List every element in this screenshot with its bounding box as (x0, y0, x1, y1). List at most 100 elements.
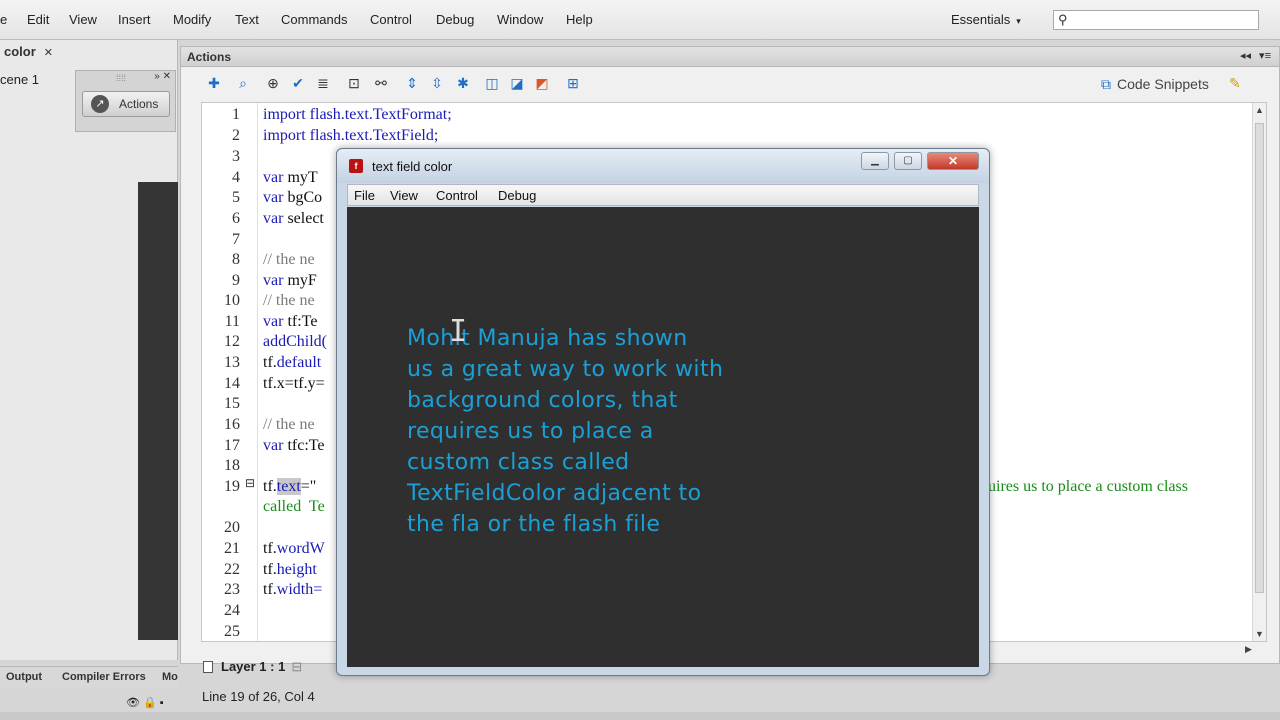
pin-script-icon[interactable]: ⊟ (291, 659, 302, 674)
layer-tab[interactable]: Layer 1 : 1 ⊟ (203, 659, 302, 675)
panel-menu-icon[interactable]: ▾≡ (1259, 49, 1271, 62)
player-menu-control[interactable]: Control (436, 188, 478, 203)
menu-edit[interactable]: Edit (27, 12, 49, 27)
code-text: flash.text.TextField; (305, 127, 439, 144)
app-menubar: e Edit View Insert Modify Text Commands … (0, 0, 1280, 40)
scrollbar-thumb[interactable] (1255, 123, 1264, 593)
property: default (276, 354, 322, 371)
uncomment-icon[interactable]: ◪ (508, 74, 526, 92)
panel-controls[interactable]: » ✕ (154, 71, 171, 82)
code-line: var myF (263, 272, 317, 290)
tab-output[interactable]: Output (6, 671, 42, 683)
code-line: import flash.text.TextField; (263, 127, 438, 145)
actions-panel-button[interactable]: ↗ Actions (82, 91, 170, 117)
code-line: tf.width= (263, 581, 322, 599)
menu-view[interactable]: View (69, 12, 97, 27)
keyword: var (263, 169, 284, 186)
close-icon[interactable]: ✕ (44, 47, 53, 59)
code-snippets-button[interactable]: ⧉ Code Snippets (1101, 76, 1209, 93)
debug-icon[interactable]: ⊡ (345, 74, 363, 92)
layer-visibility-icons[interactable]: 👁 🔒 ▪ (126, 696, 164, 709)
expand-icon[interactable]: ⇳ (428, 74, 446, 92)
selected-text: text (276, 478, 301, 495)
line-number: 7 (232, 231, 240, 248)
menu-debug[interactable]: Debug (436, 12, 474, 27)
line-number: 11 (224, 313, 240, 330)
line-number: 21 (224, 540, 240, 557)
line-number: 6 (232, 210, 240, 227)
menu-modify[interactable]: Modify (173, 12, 211, 27)
player-menubar: File View Control Debug (347, 184, 979, 206)
menu-window[interactable]: Window (497, 12, 543, 27)
target-icon[interactable]: ⊕ (264, 74, 282, 92)
line-number: 2 (232, 127, 240, 144)
format-icon[interactable]: ≣ (314, 74, 332, 92)
menu-insert[interactable]: Insert (118, 12, 151, 27)
line-number: 1 (232, 106, 240, 123)
left-panel: color ✕ cene 1 ⁞⁞⁞⁞ » ✕ ↗ Actions (0, 40, 178, 660)
menu-control[interactable]: Control (370, 12, 412, 27)
find-icon[interactable]: ⌕ (234, 74, 252, 92)
line-number: 3 (232, 148, 240, 165)
collapse-selection-icon[interactable]: ✱ (454, 74, 472, 92)
stage-area (138, 182, 178, 640)
scroll-right-icon[interactable]: ▶ (1245, 644, 1252, 655)
bottom-panel-tabs: Output Compiler Errors Mo (0, 666, 178, 688)
code-text: select (283, 210, 324, 227)
code-line: tf.wordW (263, 540, 325, 558)
check-icon[interactable]: ✔ (289, 74, 307, 92)
keyword: var (263, 189, 284, 206)
add-icon[interactable]: ✚ (205, 74, 223, 92)
code-line: var tf:Te (263, 313, 317, 331)
player-menu-debug[interactable]: Debug (498, 188, 536, 203)
minimize-button[interactable]: ▁ (861, 152, 889, 170)
flash-player-window: f text field color ▁ ▢ ✕ File View Contr… (336, 148, 990, 676)
line-number: 5 (232, 189, 240, 206)
player-menu-view[interactable]: View (390, 188, 418, 203)
actions-panel-header: Actions ◂◂ ▾≡ (181, 47, 1279, 67)
string-literal: called Te (263, 498, 325, 515)
code-line: tf.default (263, 354, 321, 372)
drag-grip-icon[interactable]: ⁞⁞⁞⁞ (116, 73, 126, 83)
remove-comment-icon[interactable]: ◩ (533, 74, 551, 92)
code-line: tf.x=tf.y= (263, 375, 325, 392)
property: width= (276, 581, 323, 598)
tab-motion-editor[interactable]: Mo (162, 671, 178, 683)
code-text: bgCo (283, 189, 323, 206)
fold-toggle-icon[interactable]: ⊟ (245, 476, 255, 490)
chevron-down-icon: ▾ (1016, 16, 1021, 26)
window-titlebar[interactable]: f text field color ▁ ▢ ✕ (337, 149, 989, 183)
scroll-up-icon[interactable]: ▲ (1255, 105, 1264, 115)
player-stage: Mohit Manuja has shown us a great way to… (347, 207, 979, 667)
code-text: tfc:Te (283, 437, 325, 454)
menu-help[interactable]: Help (566, 12, 593, 27)
close-button[interactable]: ✕ (927, 152, 979, 170)
code-line: var myT (263, 169, 318, 187)
flash-app-icon: f (349, 159, 363, 173)
vertical-scrollbar[interactable]: ▲ ▼ (1252, 103, 1266, 641)
line-number: 8 (232, 251, 240, 268)
comment-icon[interactable]: ◫ (483, 74, 501, 92)
line-number: 24 (224, 602, 240, 619)
textfield-content[interactable]: Mohit Manuja has shown us a great way to… (407, 323, 767, 540)
bottom-strip (0, 712, 1280, 720)
show-hide-icon[interactable]: ⊞ (564, 74, 582, 92)
insert-icon[interactable]: ⚯ (372, 74, 390, 92)
line-number: 12 (224, 333, 240, 350)
menu-commands[interactable]: Commands (281, 12, 347, 27)
document-tab[interactable]: color ✕ (0, 42, 57, 62)
line-number: 25 (224, 623, 240, 640)
maximize-button[interactable]: ▢ (894, 152, 922, 170)
help-search-input[interactable]: ⚲ (1053, 10, 1259, 30)
workspace-switcher[interactable]: Essentials ▾ (951, 12, 1021, 27)
collapse-icon[interactable]: ⇕ (403, 74, 421, 92)
scroll-down-icon[interactable]: ▼ (1255, 629, 1264, 639)
player-menu-file[interactable]: File (354, 188, 375, 203)
magic-wand-icon[interactable]: ✎ (1229, 75, 1241, 92)
menu-text[interactable]: Text (235, 12, 259, 27)
keyword: import (263, 127, 306, 144)
tab-compiler-errors[interactable]: Compiler Errors (62, 671, 146, 683)
collapsed-actions-panel: ⁞⁞⁞⁞ » ✕ ↗ Actions (75, 70, 176, 132)
menu-file[interactable]: e (0, 12, 7, 27)
collapse-panel-icon[interactable]: ◂◂ (1240, 49, 1251, 62)
